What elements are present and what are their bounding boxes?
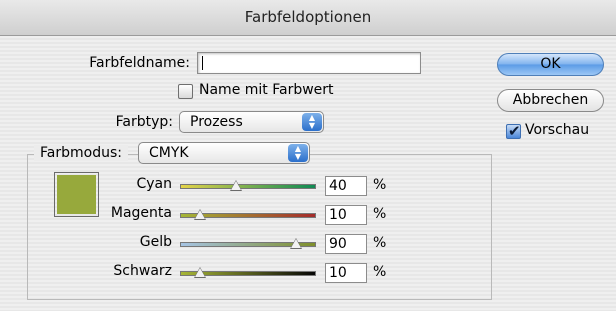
slider-thumb-fill [231,181,241,190]
color-mode-select[interactable]: CMYK ▲ ▼ [138,142,310,164]
preview-checkbox[interactable]: ✔ [506,122,521,140]
gelb-label: Gelb [139,234,172,250]
select-arrows-icon: ▲ ▼ [302,113,322,131]
dialog-window: Farbfeldoptionen Farbfeldname: Name mit … [0,0,616,311]
title-bar[interactable]: Farbfeldoptionen [0,0,616,36]
name-with-value-label: Name mit Farbwert [199,82,334,98]
select-arrows-icon: ▲ ▼ [288,144,308,162]
preview-label: Vorschau [525,122,590,138]
cyan-slider-track[interactable] [180,184,316,189]
gelb-value-field[interactable]: 90 [325,234,367,254]
schwarz-slider-thumb[interactable] [194,267,206,278]
name-with-value-checkbox[interactable] [178,84,193,99]
cancel-button[interactable]: Abbrechen [497,89,604,112]
swatch-name-field[interactable] [197,52,421,74]
color-type-select[interactable]: Prozess ▲ ▼ [179,111,324,133]
slider-thumb-fill [291,239,301,248]
color-mode-value: CMYK [149,145,189,161]
gelb-unit: % [373,235,387,251]
cyan-unit: % [373,177,387,193]
magenta-unit: % [373,206,387,222]
swatch-name-label: Farbfeldname: [89,55,190,71]
checkmark-icon: ✔ [508,122,521,140]
magenta-value-field[interactable]: 10 [325,205,367,225]
magenta-slider-thumb[interactable] [194,209,206,220]
cyan-value-field[interactable]: 40 [325,176,367,196]
schwarz-value-field[interactable]: 10 [325,263,367,283]
magenta-label: Magenta [110,205,172,221]
schwarz-unit: % [373,264,387,280]
color-type-label: Farbtyp: [115,114,173,130]
ok-button[interactable]: OK [497,53,604,76]
schwarz-label: Schwarz [113,263,172,279]
cyan-slider-thumb[interactable] [230,180,242,191]
dialog-title: Farbfeldoptionen [244,8,372,26]
slider-thumb-fill [195,268,205,277]
cyan-label: Cyan [136,176,172,192]
slider-thumb-fill [195,210,205,219]
color-mode-label: Farbmodus: [34,145,128,161]
text-cursor [202,56,203,70]
gelb-slider-thumb[interactable] [290,238,302,249]
color-type-value: Prozess [190,114,243,130]
